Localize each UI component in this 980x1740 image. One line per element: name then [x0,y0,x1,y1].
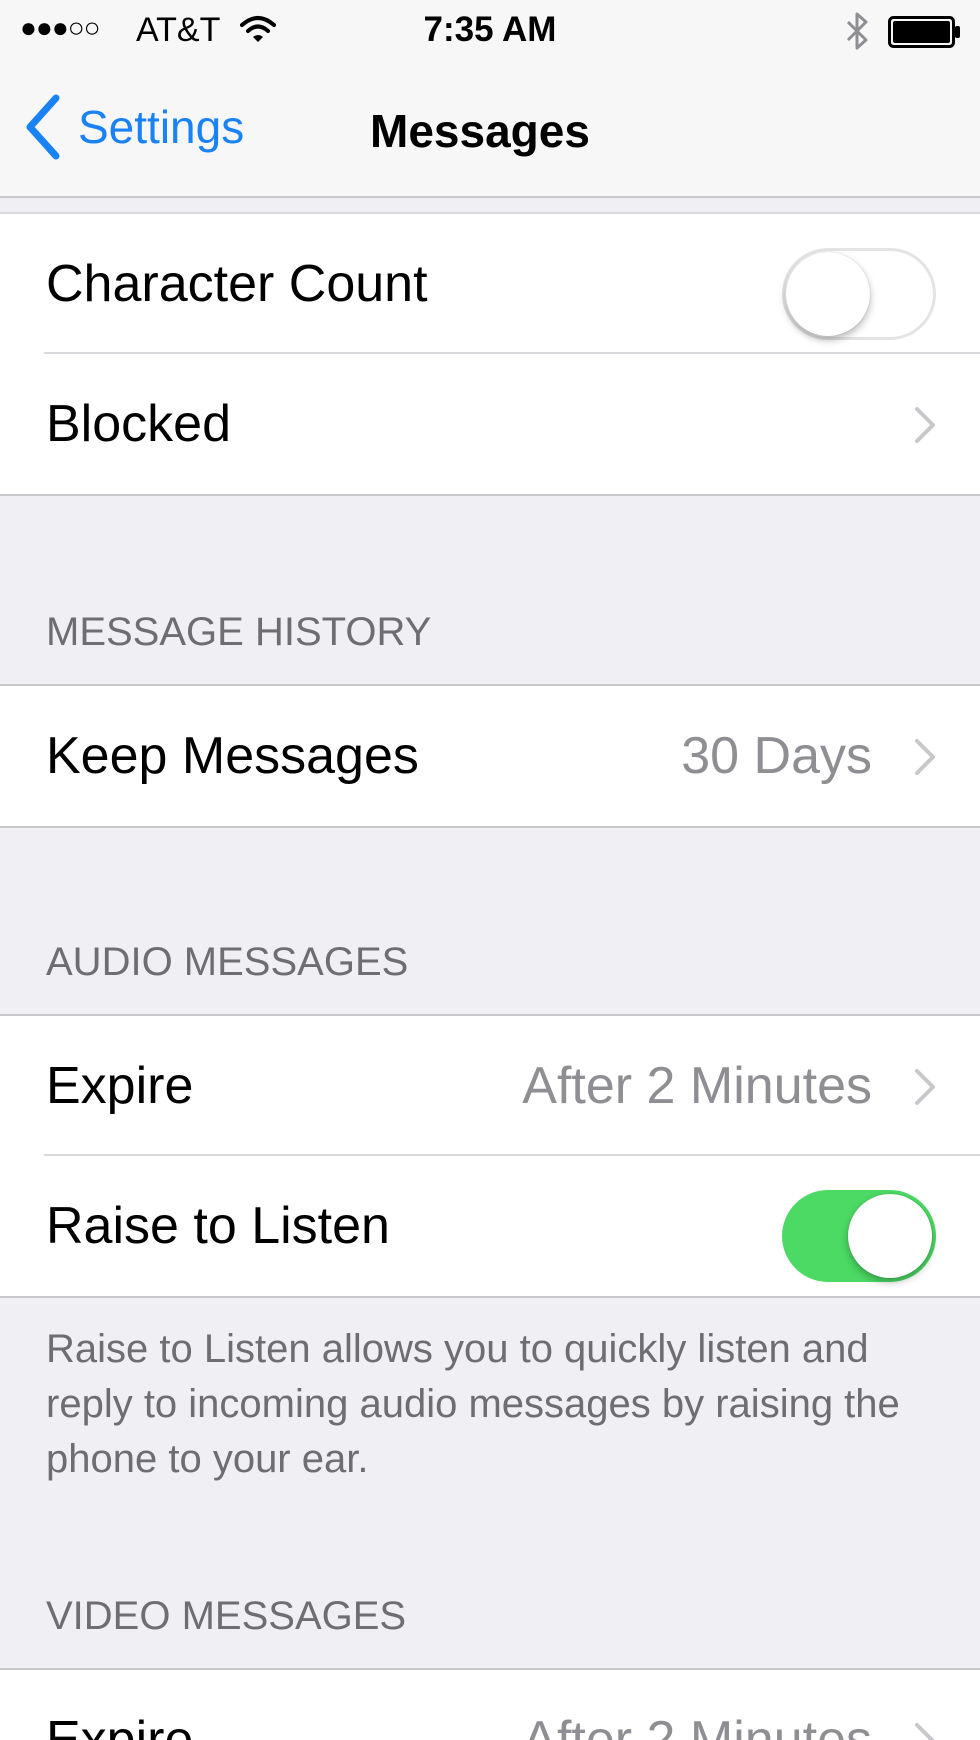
chevron-right-icon [915,407,935,443]
toggle-knob [848,1194,932,1278]
audio-expire-row[interactable]: Expire After 2 Minutes [0,1016,980,1156]
general-settings-group: Character Count Blocked [0,212,980,496]
chevron-right-icon [915,1069,935,1105]
status-bar: ●●●○○ AT&T 7:35 AM [0,0,980,60]
raise-to-listen-row: Raise to Listen [0,1156,980,1296]
keep-messages-value: 30 Days [681,727,872,785]
audio-expire-label: Expire [46,1057,194,1115]
message-history-header: MESSAGE HISTORY [46,610,432,654]
audio-messages-header: AUDIO MESSAGES [46,940,409,984]
audio-messages-group: Expire After 2 Minutes Raise to Listen [0,1014,980,1298]
back-button[interactable]: Settings [22,92,244,162]
battery-icon [888,16,960,48]
video-messages-header: VIDEO MESSAGES [46,1594,407,1638]
character-count-label: Character Count [46,255,428,313]
header: ●●●○○ AT&T 7:35 AM Settings Messages [0,0,980,198]
navigation-bar: Settings Messages [0,60,980,196]
page-title: Messages [370,105,590,157]
settings-messages-screen: ●●●○○ AT&T 7:35 AM Settings Messages Cha… [0,0,980,1740]
chevron-right-icon [915,1723,935,1740]
toggle-knob [786,252,870,336]
message-history-group: Keep Messages 30 Days [0,684,980,828]
raise-to-listen-toggle[interactable] [782,1190,936,1282]
audio-expire-value: After 2 Minutes [522,1057,872,1115]
back-button-label: Settings [78,101,245,153]
video-expire-value: After 2 Minutes [522,1711,872,1740]
bluetooth-icon [846,12,868,50]
status-time: 7:35 AM [423,10,557,49]
character-count-toggle[interactable] [782,248,936,340]
chevron-left-icon [26,94,60,160]
raise-to-listen-footer: Raise to Listen allows you to quickly li… [46,1327,900,1481]
raise-to-listen-label: Raise to Listen [46,1197,390,1255]
chevron-right-icon [915,739,935,775]
character-count-row: Character Count [0,214,980,354]
video-expire-row[interactable]: Expire After 2 Minutes [0,1670,980,1740]
blocked-label: Blocked [46,395,231,453]
video-messages-group: Expire After 2 Minutes [0,1668,980,1740]
blocked-row[interactable]: Blocked [0,354,980,494]
keep-messages-row[interactable]: Keep Messages 30 Days [0,686,980,826]
video-expire-label: Expire [46,1711,194,1740]
keep-messages-label: Keep Messages [46,727,419,785]
